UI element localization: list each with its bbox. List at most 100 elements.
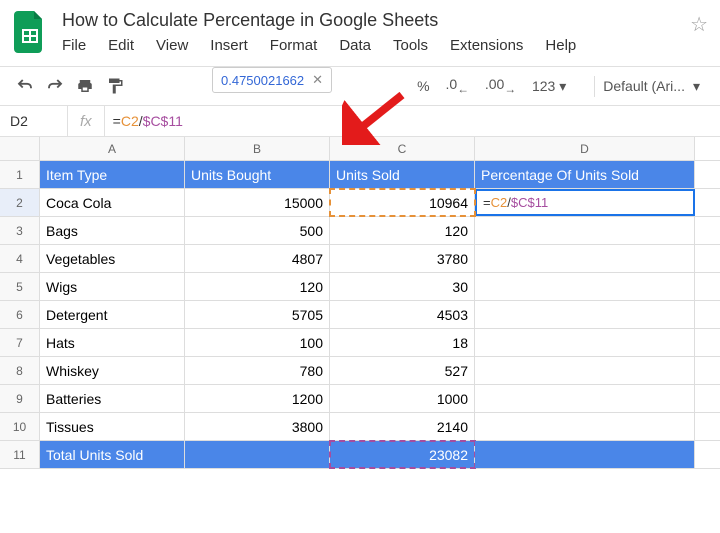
cell[interactable]: 4503 [330, 301, 475, 328]
table-row: 9Batteries12001000 [0, 385, 720, 413]
cell[interactable]: 10964 [330, 189, 475, 216]
cell[interactable]: 1000 [330, 385, 475, 412]
cell[interactable]: 5705 [185, 301, 330, 328]
row-header[interactable]: 11 [0, 441, 40, 468]
cell[interactable] [475, 217, 695, 244]
formula-input[interactable]: =C2/$C$11 [105, 106, 720, 136]
table-total-row: 11 Total Units Sold 23082 [0, 441, 720, 469]
row-header[interactable]: 8 [0, 357, 40, 384]
cell[interactable] [185, 441, 330, 468]
cell[interactable]: Coca Cola [40, 189, 185, 216]
number-format-dropdown[interactable]: 123 ▾ [532, 78, 566, 95]
cell[interactable] [475, 413, 695, 440]
menu-help[interactable]: Help [545, 37, 576, 54]
cell[interactable]: 120 [330, 217, 475, 244]
cell[interactable]: 23082 [330, 441, 475, 468]
font-family-dropdown[interactable]: Default (Ari... ▾ [594, 76, 708, 97]
cell[interactable]: 500 [185, 217, 330, 244]
cell[interactable]: Tissues [40, 413, 185, 440]
table-row: 8Whiskey780527 [0, 357, 720, 385]
row-header[interactable]: 4 [0, 245, 40, 272]
column-header-d[interactable]: D [475, 137, 695, 160]
header-cell[interactable]: Units Sold [330, 161, 475, 188]
cell[interactable]: 780 [185, 357, 330, 384]
table-row: 2Coca Cola1500010964=C2/$C$11 [0, 189, 720, 217]
cell[interactable] [475, 273, 695, 300]
decrease-decimal-button[interactable]: .0← [446, 76, 469, 96]
name-box[interactable]: D2 [0, 106, 68, 136]
star-icon[interactable]: ☆ [690, 12, 708, 37]
menu-format[interactable]: Format [270, 37, 318, 54]
cell[interactable] [475, 301, 695, 328]
row-header[interactable]: 1 [0, 161, 40, 188]
table-row: 5Wigs12030 [0, 273, 720, 301]
header-cell[interactable]: Item Type [40, 161, 185, 188]
paint-format-icon[interactable] [102, 73, 128, 99]
sheets-logo-icon[interactable] [12, 8, 48, 56]
menu-file[interactable]: File [62, 37, 86, 54]
row-header[interactable]: 7 [0, 329, 40, 356]
cell[interactable]: Detergent [40, 301, 185, 328]
fx-icon: fx [68, 106, 105, 136]
cell[interactable]: 1200 [185, 385, 330, 412]
cell[interactable]: 15000 [185, 189, 330, 216]
row-header[interactable]: 6 [0, 301, 40, 328]
cell[interactable] [475, 329, 695, 356]
formula-result-tooltip: 0.4750021662 ✕ [212, 67, 332, 93]
cell[interactable] [475, 441, 695, 468]
increase-decimal-button[interactable]: .00→ [485, 76, 516, 96]
menu-extensions[interactable]: Extensions [450, 37, 523, 54]
row-header[interactable]: 3 [0, 217, 40, 244]
table-row: 4Vegetables48073780 [0, 245, 720, 273]
table-row: 6Detergent57054503 [0, 301, 720, 329]
header-cell[interactable]: Percentage Of Units Sold [475, 161, 695, 188]
cell[interactable]: 3780 [330, 245, 475, 272]
cell[interactable]: Hats [40, 329, 185, 356]
spreadsheet-grid[interactable]: A B C D 1 Item Type Units Bought Units S… [0, 137, 720, 469]
row-header[interactable]: 2 [0, 189, 40, 216]
cell[interactable]: 18 [330, 329, 475, 356]
table-row: 10Tissues38002140 [0, 413, 720, 441]
column-header-a[interactable]: A [40, 137, 185, 160]
tooltip-value: 0.4750021662 [221, 73, 304, 88]
select-all-corner[interactable] [0, 137, 40, 160]
cell[interactable]: Bags [40, 217, 185, 244]
table-header-row: 1 Item Type Units Bought Units Sold Perc… [0, 161, 720, 189]
undo-icon[interactable] [12, 73, 38, 99]
cell[interactable]: Wigs [40, 273, 185, 300]
row-header[interactable]: 5 [0, 273, 40, 300]
header-cell[interactable]: Units Bought [185, 161, 330, 188]
row-header[interactable]: 9 [0, 385, 40, 412]
redo-icon[interactable] [42, 73, 68, 99]
toolbar: 0.4750021662 ✕ % .0← .00→ 123 ▾ Default … [0, 67, 720, 105]
menu-tools[interactable]: Tools [393, 37, 428, 54]
print-icon[interactable] [72, 73, 98, 99]
menu-insert[interactable]: Insert [210, 37, 248, 54]
cell[interactable]: 30 [330, 273, 475, 300]
cell[interactable] [475, 245, 695, 272]
close-icon[interactable]: ✕ [312, 72, 323, 88]
cell[interactable]: 4807 [185, 245, 330, 272]
cell[interactable] [475, 357, 695, 384]
menu-view[interactable]: View [156, 37, 188, 54]
document-title[interactable]: How to Calculate Percentage in Google Sh… [62, 8, 676, 33]
cell[interactable]: Batteries [40, 385, 185, 412]
cell[interactable]: 527 [330, 357, 475, 384]
active-cell[interactable]: =C2/$C$11 [475, 189, 695, 216]
column-header-b[interactable]: B [185, 137, 330, 160]
row-header[interactable]: 10 [0, 413, 40, 440]
table-row: 7Hats10018 [0, 329, 720, 357]
cell[interactable]: Total Units Sold [40, 441, 185, 468]
cell[interactable]: 2140 [330, 413, 475, 440]
cell[interactable]: Vegetables [40, 245, 185, 272]
cell[interactable]: 3800 [185, 413, 330, 440]
cell[interactable] [475, 385, 695, 412]
percent-format-button[interactable]: % [417, 78, 429, 94]
cell[interactable]: 100 [185, 329, 330, 356]
chevron-down-icon: ▾ [693, 78, 700, 95]
column-header-c[interactable]: C [330, 137, 475, 160]
menu-data[interactable]: Data [339, 37, 371, 54]
menu-edit[interactable]: Edit [108, 37, 134, 54]
cell[interactable]: 120 [185, 273, 330, 300]
cell[interactable]: Whiskey [40, 357, 185, 384]
